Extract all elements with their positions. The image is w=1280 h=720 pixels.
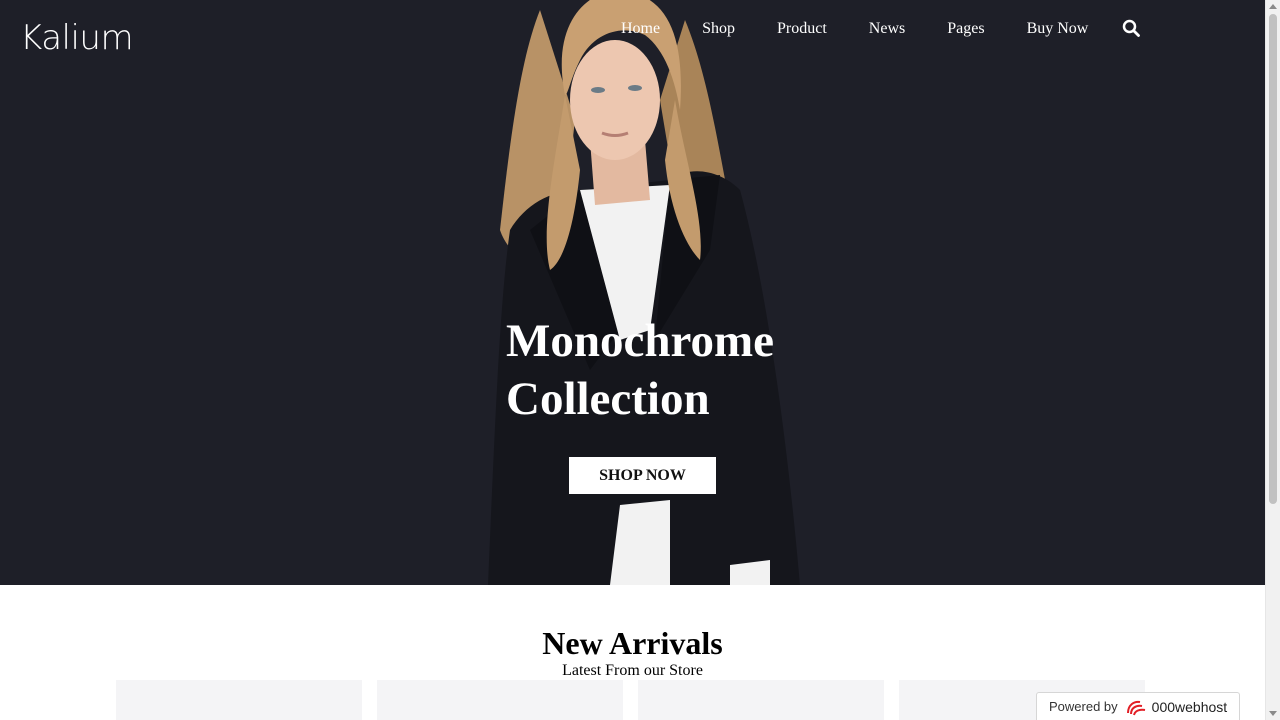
powered-by-badge[interactable]: Powered by 000webhost [1036, 692, 1240, 720]
site-logo[interactable]: Kalium [20, 18, 134, 58]
nav-item-pages[interactable]: Pages [947, 20, 984, 38]
scroll-up-arrow-icon[interactable] [1269, 4, 1277, 9]
nav-item-news[interactable]: News [869, 20, 905, 38]
nav-item-shop[interactable]: Shop [702, 20, 735, 38]
product-card[interactable] [116, 680, 362, 720]
000webhost-swirl-icon [1126, 700, 1145, 715]
shop-now-button[interactable]: SHOP NOW [569, 457, 716, 494]
powered-by-label: Powered by [1049, 699, 1118, 714]
product-card[interactable] [377, 680, 623, 720]
new-arrivals-subtitle: Latest From our Store [562, 662, 703, 679]
hero-title: Monochrome Collection [506, 315, 775, 425]
page-scrollbar[interactable] [1265, 0, 1280, 720]
scrollbar-thumb[interactable] [1269, 14, 1277, 504]
nav-item-buy-now[interactable]: Buy Now [1027, 20, 1089, 38]
nav-item-home[interactable]: Home [621, 20, 660, 38]
search-icon[interactable] [1122, 19, 1140, 37]
nav-item-product[interactable]: Product [777, 20, 827, 38]
product-card[interactable] [638, 680, 884, 720]
powered-by-brand: 000webhost [1151, 698, 1228, 715]
hero-model-image [488, 0, 800, 585]
new-arrivals-title: New Arrivals [542, 625, 723, 661]
hero-banner: Kalium Home Shop Product News Pages Buy … [0, 0, 1265, 585]
scroll-down-arrow-icon[interactable] [1269, 711, 1277, 716]
main-navigation: Home Shop Product News Pages Buy Now [600, 18, 1109, 40]
